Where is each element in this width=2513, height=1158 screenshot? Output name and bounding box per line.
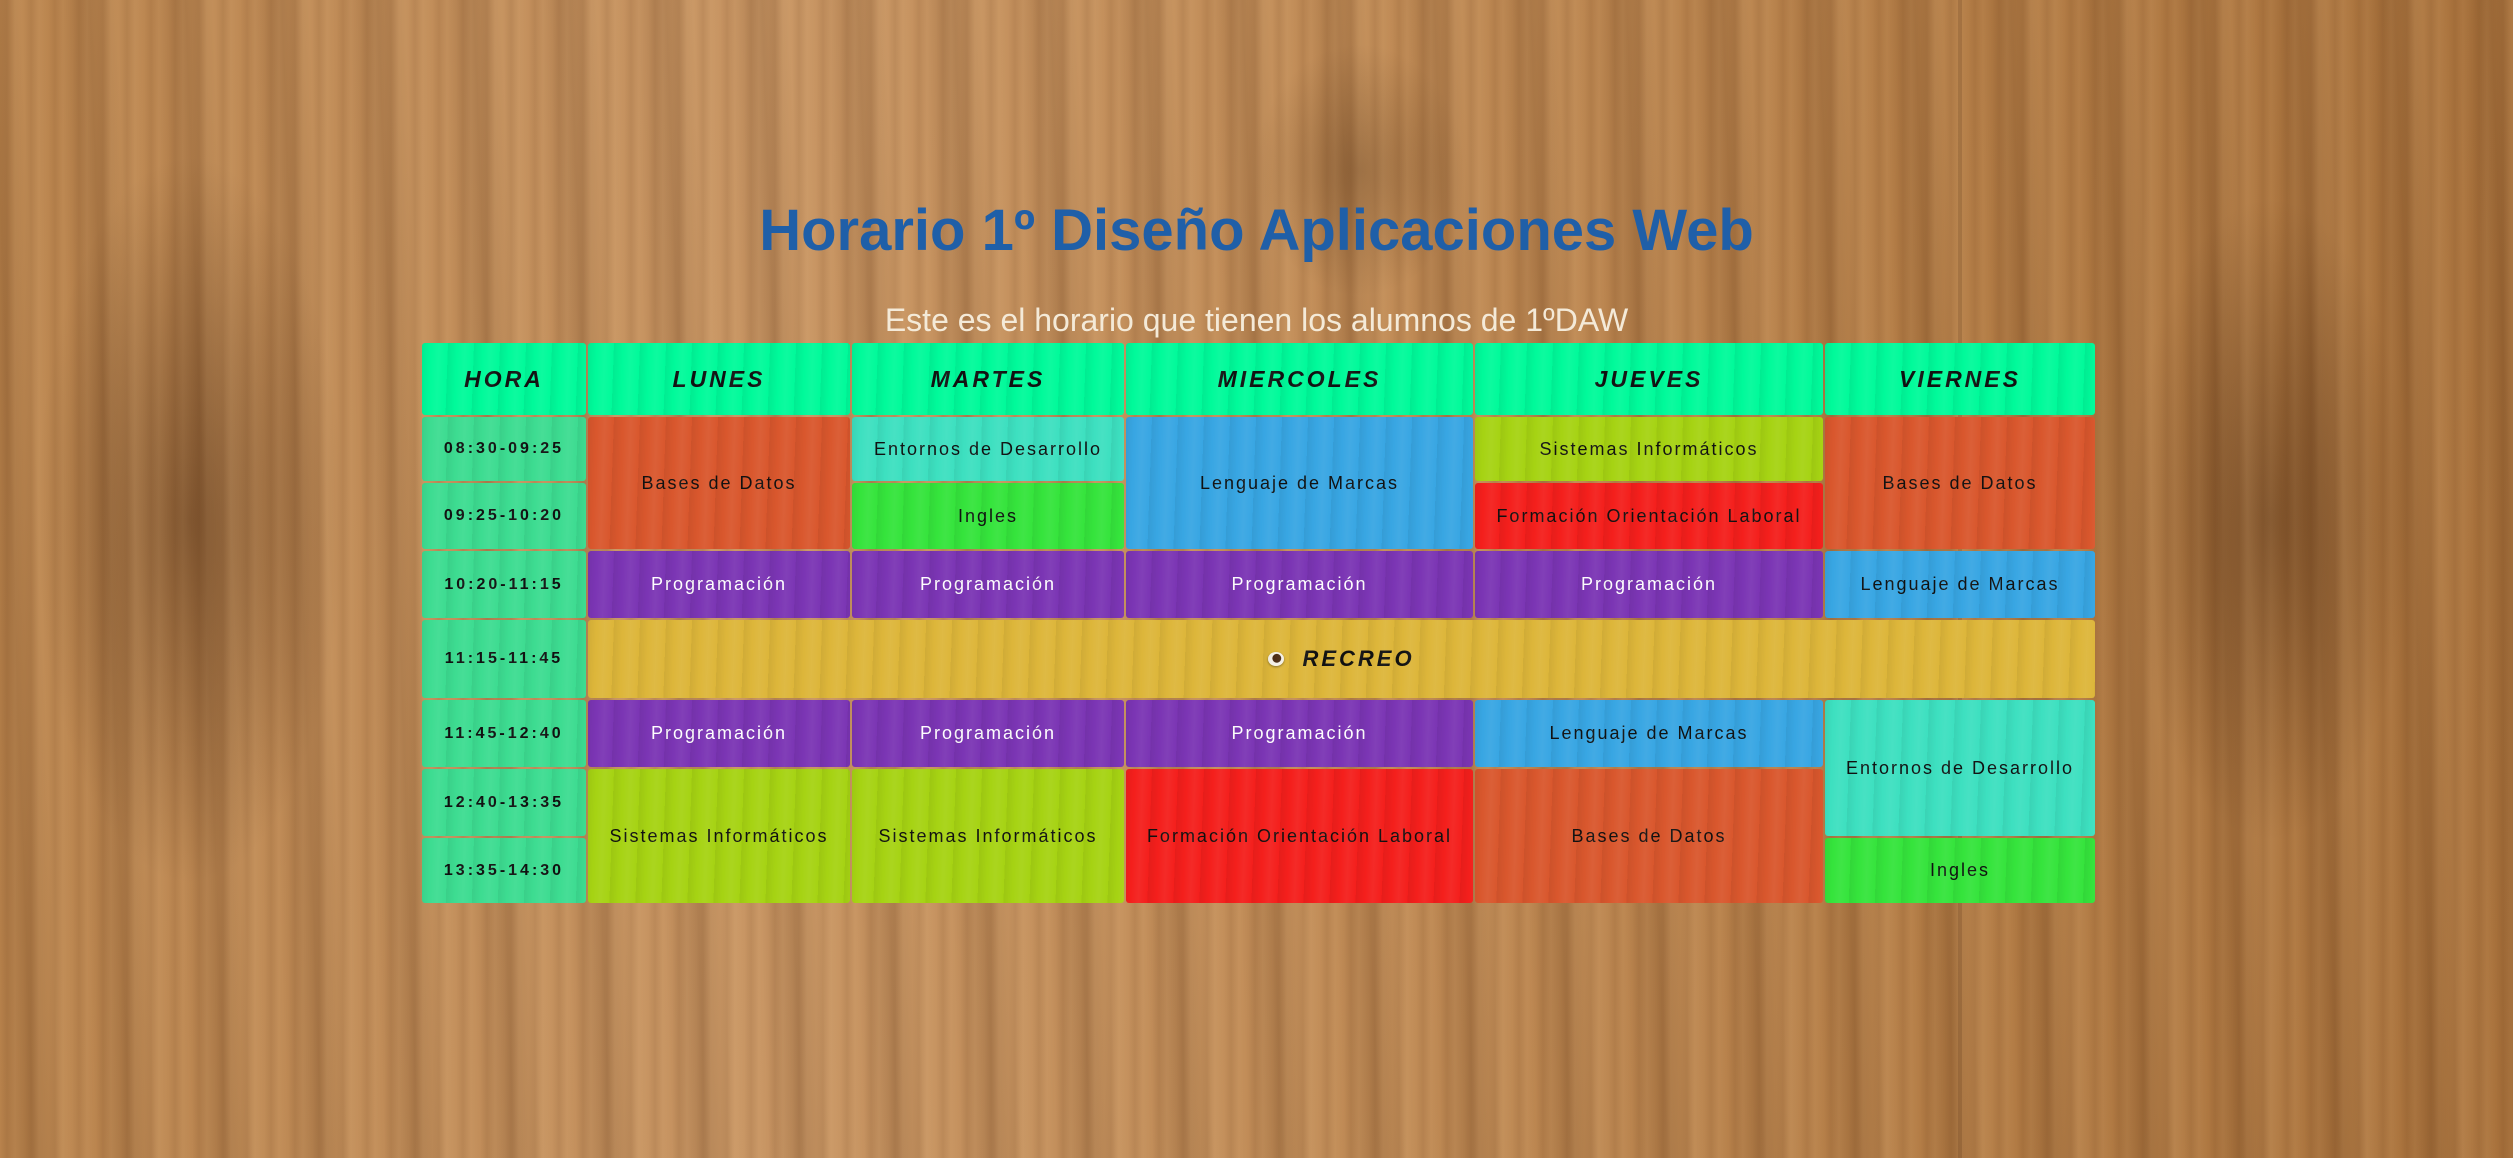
page-subtitle: Este es el horario que tienen los alumno…: [884, 302, 1629, 338]
class-programacion: Programación: [588, 551, 850, 618]
recreo-label: RECREO: [1302, 646, 1415, 671]
class-programacion: Programación: [852, 551, 1124, 618]
class-formacion-orientacion-laboral: Formación Orientación Laboral: [1126, 769, 1473, 903]
class-programacion: Programación: [1126, 700, 1473, 767]
class-bases-de-datos: Bases de Datos: [1825, 417, 2095, 549]
class-entornos-de-desarrollo: Entornos de Desarrollo: [1825, 700, 2095, 836]
time-slot: 12:40-13:35: [422, 769, 586, 836]
time-slot: 13:35-14:30: [422, 838, 586, 903]
class-programacion: Programación: [1126, 551, 1473, 618]
header-viernes: VIERNES: [1825, 343, 2095, 415]
class-programacion: Programación: [1475, 551, 1823, 618]
class-programacion: Programación: [852, 700, 1124, 767]
header-lunes: LUNES: [588, 343, 850, 415]
recreo-break: RECREO: [588, 620, 2095, 698]
class-entornos-de-desarrollo: Entornos de Desarrollo: [852, 417, 1124, 481]
header-jueves: JUEVES: [1475, 343, 1823, 415]
class-lenguaje-de-marcas: Lenguaje de Marcas: [1475, 700, 1823, 767]
class-formacion-orientacion-laboral: Formación Orientación Laboral: [1475, 483, 1823, 549]
class-lenguaje-de-marcas: Lenguaje de Marcas: [1825, 551, 2095, 618]
time-slot: 11:45-12:40: [422, 700, 586, 767]
class-sistemas-informaticos: Sistemas Informáticos: [588, 769, 850, 903]
time-slot: 08:30-09:25: [422, 417, 586, 481]
class-programacion: Programación: [588, 700, 850, 767]
time-slot: 09:25-10:20: [422, 483, 586, 549]
schedule-table: HORA LUNES MARTES MIERCOLES JUEVES VIERN…: [422, 343, 2095, 903]
class-ingles: Ingles: [852, 483, 1124, 549]
class-lenguaje-de-marcas: Lenguaje de Marcas: [1126, 417, 1473, 549]
class-bases-de-datos: Bases de Datos: [588, 417, 850, 549]
header-martes: MARTES: [852, 343, 1124, 415]
class-bases-de-datos: Bases de Datos: [1475, 769, 1823, 903]
coffee-cup-icon: [1268, 652, 1285, 666]
class-ingles: Ingles: [1825, 838, 2095, 903]
time-slot: 11:15-11:45: [422, 620, 586, 698]
time-slot: 10:20-11:15: [422, 551, 586, 618]
class-sistemas-informaticos: Sistemas Informáticos: [852, 769, 1124, 903]
header-hora: HORA: [422, 343, 586, 415]
header-miercoles: MIERCOLES: [1126, 343, 1473, 415]
class-sistemas-informaticos: Sistemas Informáticos: [1475, 417, 1823, 481]
page-title: Horario 1º Diseño Aplicaciones Web: [759, 198, 1754, 263]
